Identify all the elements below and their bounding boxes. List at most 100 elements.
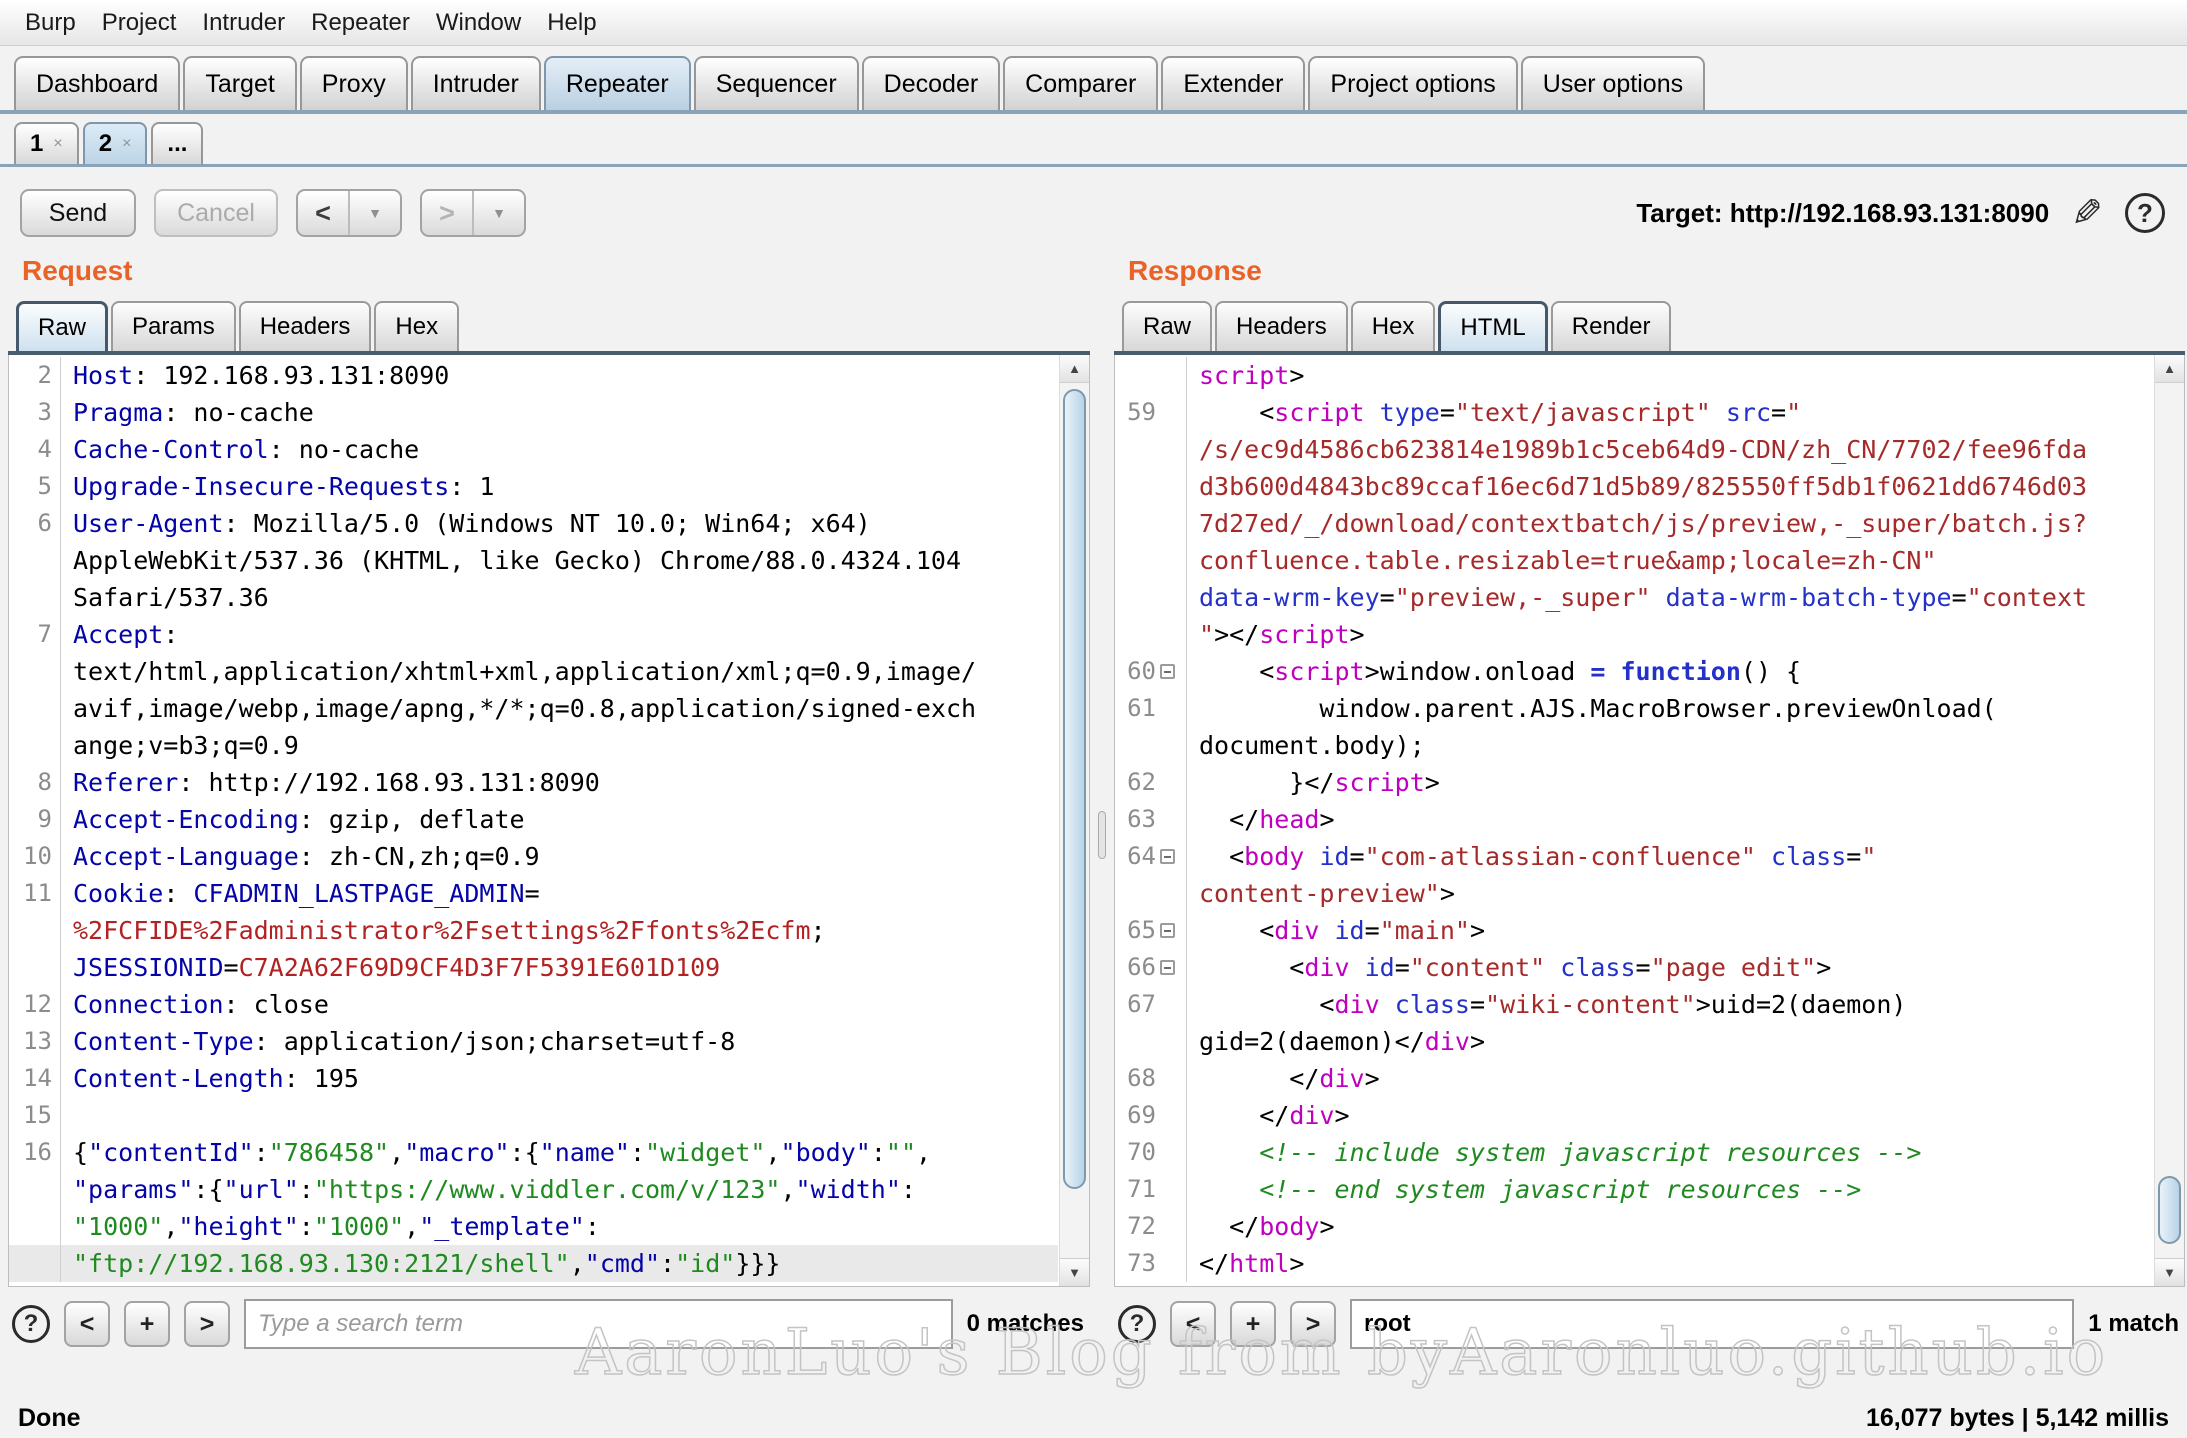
next-arrow-icon[interactable]: >	[422, 191, 474, 235]
tab-comparer[interactable]: Comparer	[1003, 56, 1158, 110]
request-tab-params[interactable]: Params	[111, 301, 236, 351]
line-number: 64	[1127, 838, 1156, 875]
divider-handle-icon[interactable]	[1098, 811, 1106, 859]
response-tab-hex[interactable]: Hex	[1351, 301, 1436, 351]
code-line: AppleWebKit/537.36 (KHTML, like Gecko) C…	[9, 542, 1058, 579]
scroll-up-icon[interactable]: ▲	[1060, 355, 1089, 383]
request-tab-headers[interactable]: Headers	[239, 301, 372, 351]
scroll-down-icon[interactable]: ▼	[1060, 1258, 1089, 1286]
line-number-gutter	[9, 1208, 61, 1245]
code-text: script>	[1187, 357, 1304, 394]
response-scrollbar[interactable]: ▲ ▼	[2154, 355, 2184, 1286]
help-icon[interactable]: ?	[2125, 193, 2165, 233]
code-text: Cookie: CFADMIN_LASTPAGE_ADMIN=	[61, 875, 540, 912]
toolbar: Send Cancel < ▼ > ▼ Target: http://192.1…	[0, 167, 2187, 251]
response-tab-render[interactable]: Render	[1551, 301, 1672, 351]
repeater-tab-1[interactable]: 1×	[14, 122, 79, 164]
line-number-gutter	[1115, 505, 1187, 542]
prev-request-button[interactable]: < ▼	[296, 189, 402, 237]
search-add-button[interactable]: +	[1230, 1301, 1276, 1347]
response-search-input[interactable]	[1350, 1299, 2074, 1349]
fold-toggle-icon[interactable]	[1160, 664, 1175, 679]
request-tab-raw[interactable]: Raw	[16, 301, 108, 351]
menu-item-project[interactable]: Project	[89, 9, 190, 37]
help-icon[interactable]: ?	[12, 1305, 50, 1343]
line-number: 8	[38, 764, 52, 801]
send-button[interactable]: Send	[20, 189, 136, 237]
request-code: 2Host: 192.168.93.131:80903Pragma: no-ca…	[9, 357, 1058, 1286]
tab-sequencer[interactable]: Sequencer	[694, 56, 859, 110]
menu-item-intruder[interactable]: Intruder	[189, 9, 298, 37]
code-text: %2FCFIDE%2Fadministrator%2Fsettings%2Ffo…	[61, 912, 826, 949]
code-line: 68 </div>	[1115, 1060, 2153, 1097]
search-prev-match-button[interactable]: <	[1170, 1301, 1216, 1347]
main-tab-bar: DashboardTargetProxyIntruderRepeaterSequ…	[0, 46, 2187, 114]
fold-slot	[1156, 1171, 1178, 1208]
close-tab-icon[interactable]: ×	[122, 135, 131, 153]
search-add-button[interactable]: +	[124, 1301, 170, 1347]
prev-dropdown-caret-icon[interactable]: ▼	[350, 191, 400, 235]
tab-target[interactable]: Target	[183, 56, 296, 110]
code-text: Upgrade-Insecure-Requests: 1	[61, 468, 494, 505]
request-scrollbar[interactable]: ▲ ▼	[1059, 355, 1089, 1286]
prev-arrow-icon[interactable]: <	[298, 191, 350, 235]
panel-divider[interactable]	[1090, 251, 1114, 1357]
tab-decoder[interactable]: Decoder	[862, 56, 1001, 110]
line-number-gutter	[9, 912, 61, 949]
scroll-up-icon[interactable]: ▲	[2155, 355, 2184, 383]
repeater-tab-[interactable]: ...	[151, 122, 203, 164]
response-tab-raw[interactable]: Raw	[1122, 301, 1212, 351]
search-next-match-button[interactable]: >	[184, 1301, 230, 1347]
response-scrollbar-thumb[interactable]	[2158, 1176, 2181, 1244]
tab-proxy[interactable]: Proxy	[300, 56, 408, 110]
next-dropdown-caret-icon[interactable]: ▼	[474, 191, 524, 235]
tab-dashboard[interactable]: Dashboard	[14, 56, 180, 110]
tab-intruder[interactable]: Intruder	[411, 56, 541, 110]
request-search-input[interactable]	[244, 1299, 953, 1349]
response-panel-title: Response	[1128, 255, 2185, 287]
edit-target-icon[interactable]: ✎	[2071, 191, 2103, 236]
response-editor[interactable]: script>59 <script type="text/javascript"…	[1114, 355, 2185, 1287]
response-tab-headers[interactable]: Headers	[1215, 301, 1348, 351]
fold-slot	[1156, 468, 1178, 505]
menu-item-help[interactable]: Help	[534, 9, 609, 37]
close-tab-icon[interactable]: ×	[53, 135, 62, 153]
cancel-button[interactable]: Cancel	[154, 189, 278, 237]
repeater-tab-2[interactable]: 2×	[83, 122, 148, 164]
menu-item-repeater[interactable]: Repeater	[298, 9, 423, 37]
request-editor[interactable]: 2Host: 192.168.93.131:80903Pragma: no-ca…	[8, 355, 1090, 1287]
code-text: Accept-Encoding: gzip, deflate	[61, 801, 525, 838]
search-next-match-button[interactable]: >	[1290, 1301, 1336, 1347]
fold-slot	[1156, 949, 1178, 986]
next-request-button[interactable]: > ▼	[420, 189, 526, 237]
help-icon[interactable]: ?	[1118, 1305, 1156, 1343]
tab-user-options[interactable]: User options	[1521, 56, 1705, 110]
fold-toggle-icon[interactable]	[1160, 960, 1175, 975]
menu-item-window[interactable]: Window	[423, 9, 534, 37]
code-text: Content-Length: 195	[61, 1060, 359, 1097]
menu-item-burp[interactable]: Burp	[12, 9, 89, 37]
tab-project-options[interactable]: Project options	[1308, 56, 1517, 110]
request-panel-title: Request	[22, 255, 1090, 287]
repeater-tab-label: 1	[30, 130, 43, 158]
line-number-gutter	[1115, 542, 1187, 579]
fold-slot	[1156, 1245, 1178, 1282]
code-text: /s/ec9d4586cb623814e1989b1c5ceb64d9-CDN/…	[1187, 431, 2087, 468]
line-number-gutter: 6	[9, 505, 61, 542]
tab-extender[interactable]: Extender	[1161, 56, 1305, 110]
line-number-gutter	[9, 579, 61, 616]
line-number-gutter: 15	[9, 1097, 61, 1134]
fold-toggle-icon[interactable]	[1160, 923, 1175, 938]
request-tab-hex[interactable]: Hex	[374, 301, 459, 351]
tab-repeater[interactable]: Repeater	[544, 56, 691, 110]
code-text: Accept-Language: zh-CN,zh;q=0.9	[61, 838, 540, 875]
fold-toggle-icon[interactable]	[1160, 849, 1175, 864]
scroll-down-icon[interactable]: ▼	[2155, 1258, 2184, 1286]
code-line: script>	[1115, 357, 2153, 394]
response-tab-html[interactable]: HTML	[1438, 301, 1547, 351]
search-prev-match-button[interactable]: <	[64, 1301, 110, 1347]
line-number-gutter: 73	[1115, 1245, 1187, 1282]
line-number-gutter	[1115, 431, 1187, 468]
request-scrollbar-thumb[interactable]	[1063, 389, 1086, 1189]
line-number: 59	[1127, 394, 1156, 431]
